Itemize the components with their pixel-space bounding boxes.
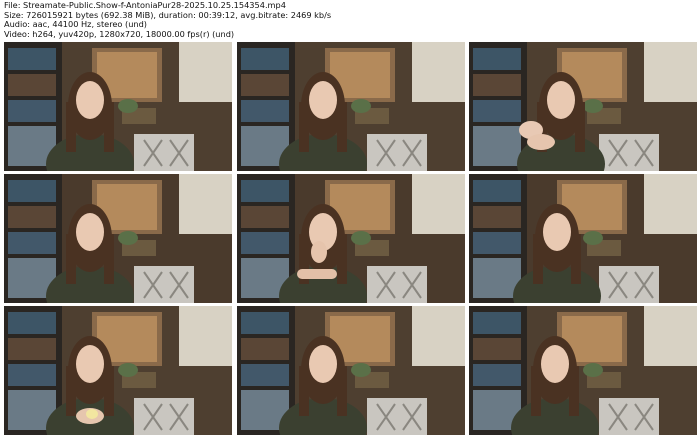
- video-frame-thumbnail: [236, 174, 465, 303]
- frame-image: [236, 174, 465, 303]
- file-info-header: File: Streamate-Public.Show-f-AntoniaPur…: [4, 0, 331, 39]
- frame-image: [4, 174, 232, 303]
- video-frame-thumbnail: [469, 42, 697, 171]
- video-frame-thumbnail: [4, 174, 232, 303]
- video-frame-thumbnail: [469, 306, 697, 435]
- video-frame-thumbnail: [4, 42, 232, 171]
- video-frame-thumbnail: [4, 306, 232, 435]
- frame-image: [469, 306, 697, 435]
- video-frame-thumbnail: [469, 174, 697, 303]
- frame-image: [236, 306, 465, 435]
- frame-image: [236, 42, 465, 171]
- video-info-line: Video: h264, yuv420p, 1280x720, 18000.00…: [4, 28, 235, 39]
- video-frame-thumbnail: [236, 306, 465, 435]
- frame-image: [469, 174, 697, 303]
- frame-image: [469, 42, 697, 171]
- thumbnail-grid: [4, 42, 697, 438]
- video-frame-thumbnail: [236, 42, 465, 171]
- frame-image: [4, 306, 232, 435]
- frame-image: [4, 42, 232, 171]
